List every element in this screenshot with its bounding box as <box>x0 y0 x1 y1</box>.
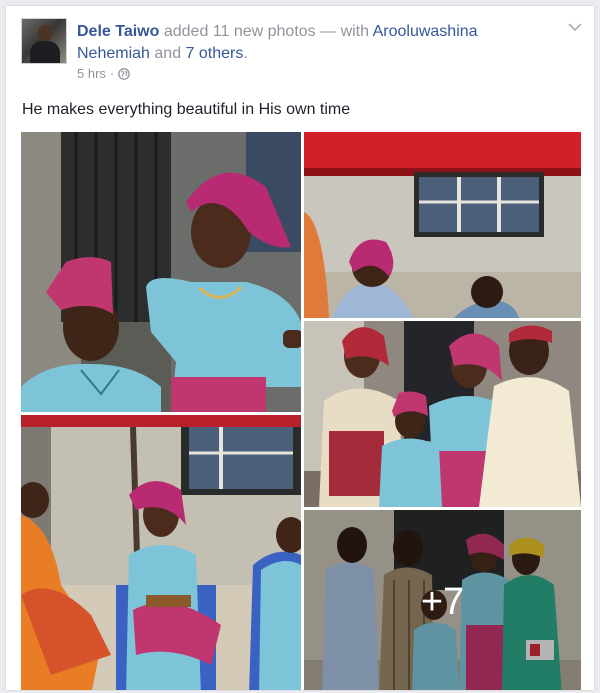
post-card: Dele Taiwo added 11 new photos — with Ar… <box>5 5 595 691</box>
and-text: and <box>154 45 182 62</box>
meta-separator: · <box>109 66 115 81</box>
post-header: Dele Taiwo added 11 new photos — with Ar… <box>77 21 547 65</box>
chevron-down-icon[interactable] <box>568 22 582 32</box>
author-name-link[interactable]: Dele Taiwo <box>77 23 159 40</box>
post-timestamp[interactable]: 5 hrs <box>77 66 106 81</box>
author-avatar[interactable] <box>21 18 67 64</box>
with-separator: — with <box>320 23 370 40</box>
globe-icon[interactable] <box>118 67 131 80</box>
post-meta: 5 hrs · <box>77 66 131 81</box>
action-text: added 11 new photos <box>163 23 316 40</box>
more-photos-count: +7 <box>420 581 465 623</box>
photo-1[interactable] <box>21 132 301 412</box>
post-status-text: He makes everything beautiful in His own… <box>22 101 351 118</box>
others-link[interactable]: 7 others <box>186 45 244 62</box>
more-photos-overlay[interactable]: +7 <box>304 510 581 690</box>
photo-3[interactable] <box>304 321 581 507</box>
photo-5[interactable]: +7 <box>304 510 581 690</box>
header-period: . <box>243 45 248 62</box>
photo-2[interactable] <box>304 132 581 318</box>
photo-4[interactable] <box>21 415 301 691</box>
